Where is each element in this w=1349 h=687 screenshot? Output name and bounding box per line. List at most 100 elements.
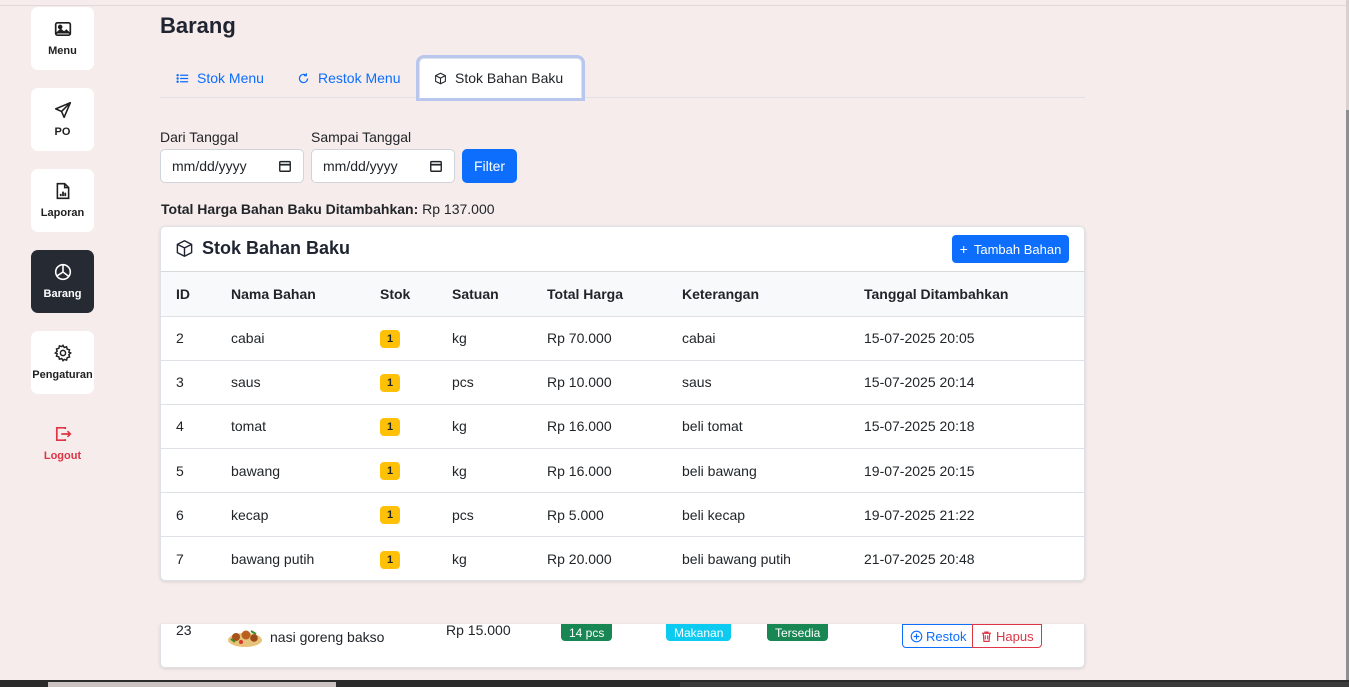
card-title-text: Stok Bahan Baku	[202, 238, 351, 258]
logout-button[interactable]: Logout	[31, 412, 94, 475]
add-ingredient-label: Tambah Bahan	[973, 241, 1062, 257]
cell-stok: 1	[380, 316, 452, 361]
table-header-row: ID Nama Bahan Stok Satuan Total Harga Ke…	[161, 272, 1084, 317]
sidebar-item-po[interactable]: PO	[31, 88, 94, 151]
cell-stok: 1	[380, 448, 452, 494]
calendar-icon[interactable]	[278, 159, 292, 173]
cell-nama: kecap	[231, 492, 380, 538]
sidebar-item-label: Barang	[43, 288, 82, 300]
column-header-nama[interactable]: Nama Bahan	[231, 272, 380, 317]
cell-nama: cabai	[231, 316, 380, 361]
cell-nama: tomat	[231, 404, 380, 450]
cell-harga: Rp 5.000	[547, 492, 682, 538]
cell-keterangan: cabai	[682, 316, 864, 361]
calendar-icon[interactable]	[429, 159, 443, 173]
restok-button[interactable]: Restok	[902, 624, 975, 648]
add-ingredient-button[interactable]: + Tambah Bahan	[952, 235, 1069, 263]
horizontal-scrollbar-thumb[interactable]	[48, 682, 336, 687]
stok-bahan-baku-card: Stok Bahan Baku + Tambah Bahan ID Nama B…	[160, 226, 1085, 581]
food-image-icon	[228, 630, 262, 647]
cell-harga: Rp 70.000	[547, 316, 682, 361]
cell-tanggal: 15-07-2025 20:14	[864, 360, 1084, 405]
report-icon	[56, 182, 69, 200]
tab-bar: Stok Menu Restok Menu Stok Bahan Baku	[160, 58, 1085, 98]
ingredients-table: ID Nama Bahan Stok Satuan Total Harga Ke…	[161, 272, 1084, 580]
tab-restok-menu[interactable]: Restok Menu	[283, 58, 414, 98]
box-icon	[176, 240, 193, 257]
column-header-keterangan[interactable]: Keterangan	[682, 272, 864, 317]
cell-satuan: kg	[452, 316, 547, 361]
cell-nama: bawang putih	[231, 551, 315, 568]
tab-stok-bahan-baku[interactable]: Stok Bahan Baku	[419, 58, 582, 98]
column-header-tanggal[interactable]: Tanggal Ditambahkan	[864, 272, 1084, 317]
cell-satuan: kg	[452, 448, 547, 494]
cell-tanggal: 19-07-2025 21:22	[864, 492, 1084, 538]
logout-label: Logout	[43, 450, 82, 462]
horizontal-scrollbar[interactable]	[0, 680, 1349, 687]
cell-id: 2	[161, 316, 231, 361]
tab-label: Restok Menu	[318, 70, 401, 86]
tab-label: Stok Menu	[197, 70, 264, 86]
card-header: Stok Bahan Baku + Tambah Bahan	[161, 227, 1084, 272]
restok-label: Restok	[926, 628, 967, 644]
cell-tanggal: 19-07-2025 20:15	[864, 448, 1084, 494]
tab-label: Stok Bahan Baku	[455, 70, 564, 86]
cell-harga: Rp 16.000	[547, 448, 682, 494]
sidebar-item-label: Pengaturan	[32, 369, 93, 381]
page-title: Barang	[160, 13, 236, 38]
cell-stok: 1	[380, 360, 452, 405]
category-badge: Makanan	[666, 624, 732, 641]
sidebar-item-label: Laporan	[40, 207, 85, 219]
stock-badge: 1	[380, 506, 401, 525]
to-date-value: mm/dd/yyyy	[323, 158, 398, 174]
total-summary: Total Harga Bahan Baku Ditambahkan: Rp 1…	[161, 201, 495, 217]
cell-stok: 1	[380, 537, 452, 580]
cell-stok: 1	[380, 404, 452, 450]
cell-harga: Rp 10.000	[547, 360, 682, 405]
cell-nama: saus	[231, 360, 380, 405]
sidebar-item-laporan[interactable]: Laporan	[31, 169, 94, 232]
cell-tanggal: 15-07-2025 20:05	[864, 316, 1084, 361]
stock-badge: 1	[380, 462, 401, 481]
sidebar-item-menu[interactable]: Menu	[31, 7, 94, 70]
column-header-satuan[interactable]: Satuan	[452, 272, 547, 317]
cell-harga: Rp 16.000	[547, 404, 682, 450]
table-row: 3 saus 1 pcs Rp 10.000 saus 15-07-2025 2…	[161, 360, 1084, 405]
filter-button[interactable]: Filter	[462, 149, 517, 183]
table-row: 2 cabai 1 kg Rp 70.000 cabai 15-07-2025 …	[161, 316, 1084, 361]
stock-badge: 1	[380, 329, 401, 348]
cell-harga: Rp 20.000	[547, 551, 612, 568]
cell-tanggal: 21-07-2025 20:48	[864, 551, 975, 568]
cell-keterangan: beli bawang putih	[682, 551, 791, 568]
table-row: 5 bawang 1 kg Rp 16.000 beli bawang 19-0…	[161, 448, 1084, 494]
image-icon	[54, 21, 71, 37]
to-date-label: Sampai Tanggal	[311, 129, 412, 145]
column-header-stok[interactable]: Stok	[380, 272, 452, 317]
refresh-icon	[298, 72, 309, 83]
row-name: nasi goreng bakso	[270, 629, 385, 645]
stock-badge: 1	[380, 373, 401, 392]
pie-chart-icon	[54, 263, 71, 281]
table-row: 6 kecap 1 pcs Rp 5.000 beli kecap 19-07-…	[161, 492, 1084, 538]
trash-icon	[982, 630, 991, 642]
column-header-harga[interactable]: Total Harga	[547, 272, 682, 317]
cell-keterangan: beli tomat	[682, 404, 864, 450]
list-icon	[176, 73, 189, 83]
plus-icon: +	[959, 241, 968, 257]
tab-stok-menu[interactable]: Stok Menu	[162, 58, 278, 98]
row-id: 23	[176, 624, 192, 638]
menu-table-card-behind: 23 nasi goreng bakso Rp 15.000 14 pcs Ma…	[160, 624, 1085, 668]
sidebar-item-barang[interactable]: Barang	[31, 250, 94, 313]
plus-circle-icon	[910, 630, 923, 642]
from-date-input[interactable]: mm/dd/yyyy	[160, 149, 304, 183]
sidebar-item-pengaturan[interactable]: Pengaturan	[31, 331, 94, 394]
hapus-button[interactable]: Hapus	[972, 624, 1042, 648]
cell-nama: bawang	[231, 448, 380, 494]
cell-keterangan: beli bawang	[682, 448, 864, 494]
top-border	[0, 5, 1349, 6]
card-title: Stok Bahan Baku	[175, 238, 350, 259]
table-row: 4 tomat 1 kg Rp 16.000 beli tomat 15-07-…	[161, 404, 1084, 450]
column-header-id[interactable]: ID	[161, 272, 231, 317]
to-date-input[interactable]: mm/dd/yyyy	[311, 149, 455, 183]
cell-id: 4	[161, 404, 231, 450]
